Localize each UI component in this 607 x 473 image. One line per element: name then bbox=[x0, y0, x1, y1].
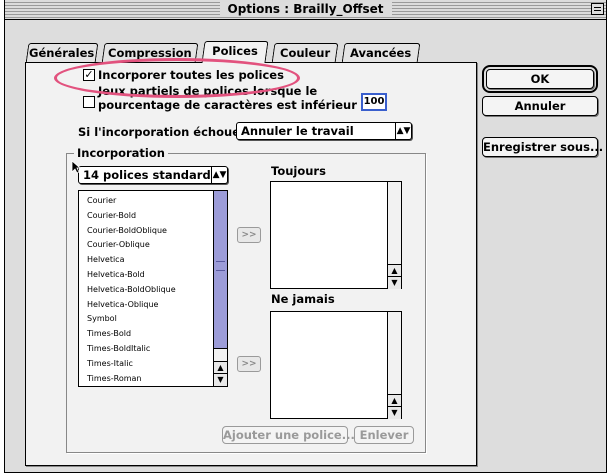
list-item[interactable]: Helvetica-Oblique bbox=[87, 300, 158, 309]
ok-button[interactable]: OK bbox=[482, 65, 598, 93]
tab-polices[interactable]: Polices bbox=[201, 41, 269, 63]
add-to-always-button[interactable]: >> bbox=[237, 227, 261, 243]
never-scrollbar[interactable]: ▲ ▼ bbox=[387, 312, 401, 419]
always-scrollbar[interactable]: ▲ ▼ bbox=[387, 182, 401, 289]
list-item[interactable]: Helvetica-Bold bbox=[87, 270, 145, 279]
add-font-button[interactable]: Ajouter une police... bbox=[222, 426, 355, 444]
incorporation-title: Incorporation bbox=[74, 146, 168, 160]
list-item[interactable]: Times-Italic bbox=[87, 359, 133, 368]
list-item[interactable]: Courier-Oblique bbox=[87, 240, 150, 249]
tab-couleur[interactable]: Couleur bbox=[271, 43, 339, 63]
scroll-down-icon[interactable]: ▼ bbox=[388, 276, 401, 289]
scroll-down-icon[interactable]: ▼ bbox=[388, 406, 401, 419]
tab-generales[interactable]: Générales bbox=[25, 43, 99, 63]
always-list[interactable]: ▲ ▼ bbox=[270, 181, 402, 289]
fail-label: Si l'incorporation échoue : bbox=[78, 125, 249, 139]
save-as-button[interactable]: Enregistrer sous... bbox=[482, 137, 603, 157]
list-item[interactable]: Times-BoldItalic bbox=[87, 344, 150, 353]
list-item[interactable]: Courier-Bold bbox=[87, 211, 136, 220]
list-item[interactable]: Times-Bold bbox=[87, 329, 131, 338]
embed-all-label: Incorporer toutes les polices bbox=[98, 68, 284, 82]
font-list-scrollbar[interactable]: ▲ ▼ bbox=[213, 191, 227, 386]
scroll-down-icon[interactable]: ▼ bbox=[214, 373, 227, 386]
tab-avancees[interactable]: Avancées bbox=[341, 43, 421, 63]
never-list[interactable]: ▲ ▼ bbox=[270, 311, 402, 419]
subset-percent-field[interactable]: 100 bbox=[361, 93, 387, 111]
subset-label-line2: pourcentage de caractères est inférieur … bbox=[98, 98, 378, 112]
options-dialog: Options : Brailly_Offset Générales Compr… bbox=[4, 0, 607, 473]
never-label: Ne jamais bbox=[271, 292, 335, 306]
scroll-thumb-grip[interactable] bbox=[216, 261, 225, 271]
remove-button[interactable]: Enlever bbox=[354, 426, 414, 444]
polices-panel: ✓ Incorporer toutes les polices Jeux par… bbox=[25, 62, 477, 466]
windowshade-icon[interactable] bbox=[591, 3, 604, 15]
subset-checkbox[interactable] bbox=[83, 96, 95, 108]
subset-label-line1: Jeux partiels de polices lorsque le bbox=[98, 84, 318, 98]
font-source-popup[interactable]: 14 polices standard ▲▼ bbox=[78, 166, 228, 184]
mouse-cursor-icon bbox=[71, 160, 81, 174]
tab-compression[interactable]: Compression bbox=[101, 43, 199, 63]
font-list[interactable]: Courier Courier-Bold Courier-BoldOblique Co… bbox=[78, 190, 228, 387]
embed-all-checkbox[interactable]: ✓ bbox=[83, 69, 95, 81]
list-item[interactable]: Symbol bbox=[87, 314, 117, 323]
add-to-never-button[interactable]: >> bbox=[237, 356, 261, 372]
popup-arrows-icon: ▲▼ bbox=[395, 123, 411, 139]
always-label: Toujours bbox=[271, 164, 326, 178]
list-item[interactable]: Times-Roman bbox=[87, 374, 142, 383]
list-item[interactable]: Helvetica-BoldOblique bbox=[87, 285, 176, 294]
list-item[interactable]: Helvetica bbox=[87, 255, 124, 264]
title-bar[interactable]: Options : Brailly_Offset bbox=[5, 0, 606, 20]
fail-action-popup[interactable]: Annuler le travail ▲▼ bbox=[236, 122, 412, 140]
window-title: Options : Brailly_Offset bbox=[219, 2, 392, 17]
list-item[interactable]: Courier-BoldOblique bbox=[87, 226, 167, 235]
popup-arrows-icon: ▲▼ bbox=[211, 167, 227, 183]
cancel-button[interactable]: Annuler bbox=[482, 96, 598, 116]
scroll-track-end bbox=[214, 348, 227, 361]
list-item[interactable]: Courier bbox=[87, 196, 116, 205]
